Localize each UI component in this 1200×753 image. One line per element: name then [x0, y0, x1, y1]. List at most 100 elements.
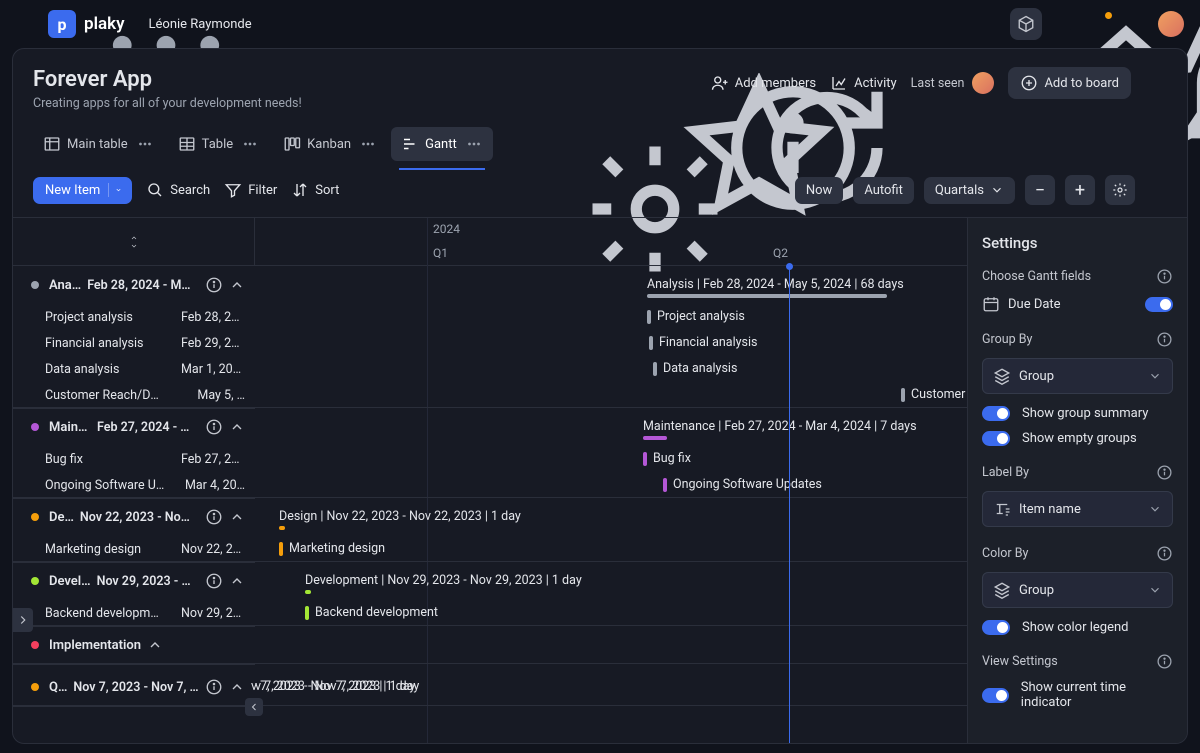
gantt-settings-button[interactable]: [1105, 175, 1135, 205]
expand-sidebar-handle[interactable]: [13, 608, 33, 632]
last-seen[interactable]: Last seen: [911, 72, 995, 94]
home-icon[interactable]: [976, 14, 996, 34]
export-icon[interactable]: [1147, 180, 1167, 200]
task-bar[interactable]: [643, 452, 647, 466]
group-header[interactable]: Implementation: [13, 626, 255, 664]
board-container: Forever App Creating apps for all of you…: [12, 48, 1188, 744]
favorite-star-icon[interactable]: [609, 73, 629, 93]
task-bar[interactable]: [663, 478, 667, 492]
chevron-down-icon[interactable]: [108, 183, 122, 197]
timescale-label: Quartals: [935, 183, 984, 198]
info-icon[interactable]: [1156, 331, 1173, 348]
gantt-group: Q… Nov 7, 2023 - Nov 7, …: [13, 668, 255, 707]
chevron-up-icon[interactable]: [229, 679, 245, 695]
task-bar[interactable]: [901, 388, 905, 402]
group-name: Maint…: [49, 420, 91, 435]
tab-main-table-label: Main table: [67, 137, 128, 152]
chevron-down-icon: [1148, 502, 1162, 516]
add-members-button[interactable]: Add members: [711, 74, 816, 92]
chevron-up-icon[interactable]: [229, 573, 245, 589]
group-header[interactable]: Q… Nov 7, 2023 - Nov 7, …: [13, 668, 255, 706]
chevron-up-icon[interactable]: [229, 419, 245, 435]
new-item-label: New Item: [45, 183, 100, 198]
current-user-name[interactable]: Léonie Raymonde: [149, 17, 252, 32]
activity-button[interactable]: Activity: [830, 74, 897, 92]
task-row[interactable]: Data analysisMar 1, 2024: [13, 356, 255, 382]
info-icon[interactable]: [1156, 545, 1173, 562]
group-header[interactable]: Devel… Nov 29, 2023 - …: [13, 562, 255, 600]
search-button[interactable]: Search: [146, 181, 210, 199]
tab-table[interactable]: Table: [168, 127, 269, 161]
task-bar[interactable]: [649, 336, 653, 350]
timescale-select[interactable]: Quartals: [924, 177, 1015, 204]
tab-gantt[interactable]: Gantt: [391, 127, 493, 161]
info-icon[interactable]: [205, 572, 223, 590]
show-group-summary-toggle[interactable]: [982, 406, 1010, 421]
task-bar[interactable]: [279, 542, 283, 556]
chevron-up-icon[interactable]: [147, 637, 163, 653]
due-date-toggle[interactable]: [1145, 297, 1173, 312]
collapse-list-handle[interactable]: [245, 698, 263, 716]
box-icon[interactable]: [1010, 8, 1042, 40]
task-bar[interactable]: [305, 606, 309, 620]
due-date-field[interactable]: Due Date: [982, 295, 1173, 313]
chevron-up-icon[interactable]: [229, 277, 245, 293]
info-icon[interactable]: [205, 418, 223, 436]
add-to-board-button[interactable]: Add to board: [1008, 67, 1131, 99]
task-row[interactable]: Project analysisFeb 28, 2024: [13, 304, 255, 330]
task-bar-label: Financial analysis: [659, 335, 757, 350]
expand-all-button[interactable]: [128, 234, 140, 250]
show-empty-groups-toggle[interactable]: [982, 431, 1010, 446]
info-icon[interactable]: [1156, 464, 1173, 481]
task-row[interactable]: Ongoing Software Upd…Mar 4, 20…: [13, 472, 255, 498]
apps-grid-icon[interactable]: [16, 14, 36, 34]
task-row[interactable]: Bug fixFeb 27, 2024: [13, 446, 255, 472]
show-time-indicator-toggle[interactable]: [982, 688, 1009, 703]
zoom-in-button[interactable]: +: [1065, 175, 1095, 205]
new-item-button[interactable]: New Item: [33, 177, 132, 204]
task-row[interactable]: Customer Reach/Demo…May 5, …: [13, 382, 255, 408]
now-button[interactable]: Now: [795, 177, 843, 204]
tabs-settings-icon[interactable]: [505, 134, 525, 154]
board-more-icon[interactable]: [1145, 72, 1167, 94]
info-icon[interactable]: [205, 276, 223, 294]
tab-main-table[interactable]: Main table: [33, 127, 164, 161]
group-header[interactable]: Ana… Feb 28, 2024 - M…: [13, 266, 255, 304]
autofit-button[interactable]: Autofit: [853, 177, 914, 204]
color-by-select[interactable]: Group: [982, 572, 1173, 608]
task-bar-label: Bug fix: [653, 451, 691, 466]
chevron-up-icon[interactable]: [229, 509, 245, 525]
group-date: Nov 29, 2023 - …: [97, 574, 199, 589]
refresh-icon[interactable]: [677, 73, 697, 93]
group-by-select[interactable]: Group: [982, 358, 1173, 394]
bell-icon[interactable]: [1090, 14, 1110, 34]
help-icon[interactable]: [1124, 14, 1144, 34]
info-icon[interactable]: [643, 73, 663, 93]
task-bar[interactable]: [647, 310, 651, 324]
sort-button[interactable]: Sort: [291, 181, 339, 199]
filter-button[interactable]: Filter: [224, 181, 277, 199]
task-bar[interactable]: [653, 362, 657, 376]
info-icon[interactable]: [205, 678, 223, 696]
group-color-dot: [31, 641, 39, 649]
task-row[interactable]: Backend developmentNov 29, 2023: [13, 600, 255, 626]
info-icon[interactable]: [1156, 653, 1173, 670]
zoom-out-button[interactable]: −: [1025, 175, 1055, 205]
group-header[interactable]: Maint… Feb 27, 2024 - …: [13, 408, 255, 446]
task-row[interactable]: Marketing designNov 22, 2023: [13, 536, 255, 562]
logo[interactable]: p plaky: [48, 10, 125, 38]
show-color-legend-toggle[interactable]: [982, 620, 1010, 635]
task-name: Project analysis: [45, 310, 165, 325]
logo-text: plaky: [84, 14, 125, 34]
tab-more-icon[interactable]: [136, 135, 154, 153]
more-icon[interactable]: [270, 14, 290, 34]
task-row[interactable]: Financial analysisFeb 29, 2024: [13, 330, 255, 356]
tab-more-icon[interactable]: [359, 135, 377, 153]
info-icon[interactable]: [205, 508, 223, 526]
tab-kanban[interactable]: Kanban: [273, 127, 387, 161]
group-header[interactable]: De… Nov 22, 2023 - No…: [13, 498, 255, 536]
tab-more-icon[interactable]: [465, 135, 483, 153]
tab-more-icon[interactable]: [241, 135, 259, 153]
label-by-select[interactable]: Item name: [982, 491, 1173, 527]
star-icon[interactable]: [1056, 14, 1076, 34]
